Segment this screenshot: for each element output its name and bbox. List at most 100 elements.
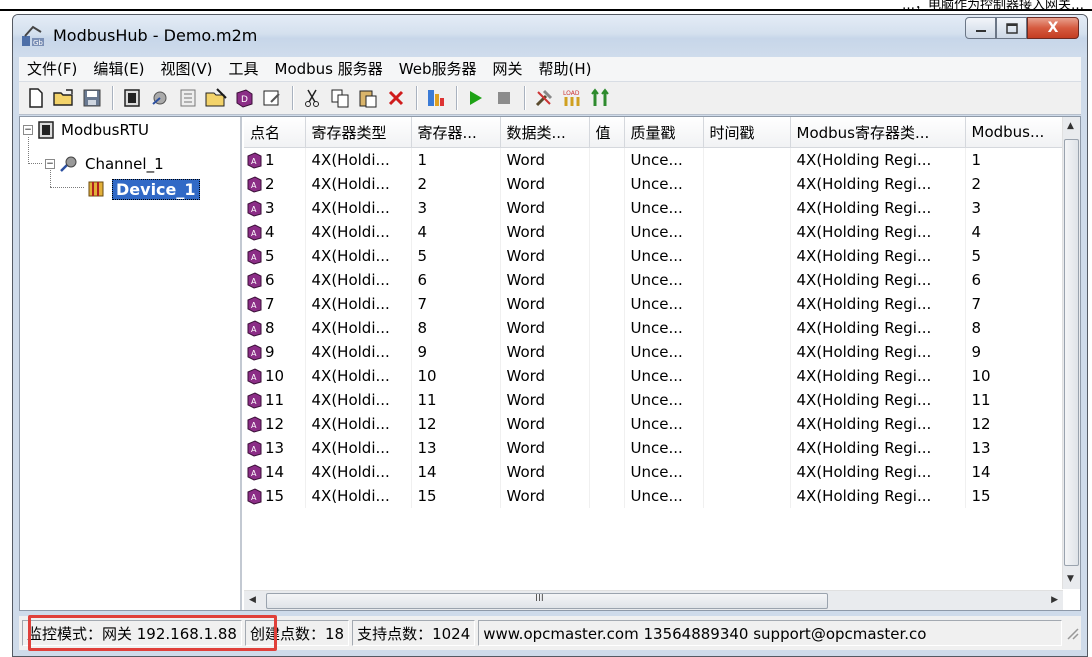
- add-device-button[interactable]: [147, 85, 173, 111]
- edit-button[interactable]: [203, 85, 229, 111]
- cell-modbus-address-text: 13: [971, 439, 991, 457]
- minimize-button[interactable]: [965, 17, 996, 39]
- scroll-left-icon[interactable]: ◀: [249, 595, 256, 605]
- cell-quality: Unce...: [624, 460, 704, 484]
- cell-timestamp: [703, 436, 791, 460]
- menu-file[interactable]: 文件(F): [19, 57, 85, 81]
- points-table[interactable]: 点名 寄存器类型 寄存器... 数据类... 值 质量戳 时间戳 Modbus寄…: [244, 117, 1080, 610]
- cell-modbus-address: 15: [965, 484, 1068, 508]
- cell-quality: Unce...: [624, 388, 704, 412]
- cell-modbus-address: 11: [965, 388, 1068, 412]
- point-icon: A: [247, 200, 262, 217]
- export-button[interactable]: [423, 85, 449, 111]
- table-row[interactable]: A 6 4X(Holdi... 6 Word Unce... 4X(Holding Regi…: [244, 268, 1068, 292]
- cell-modbus-register-type-text: 4X(Holding Regi...: [796, 247, 932, 265]
- scroll-right-icon[interactable]: ▶: [1051, 595, 1058, 605]
- menu-help[interactable]: 帮助(H): [531, 57, 600, 81]
- horizontal-scroll-thumb[interactable]: III: [266, 593, 828, 609]
- cell-quality: Unce...: [624, 172, 704, 196]
- tree-label-channel: Channel_1: [85, 155, 164, 173]
- cell-modbus-register-type-text: 4X(Holding Regi...: [796, 271, 932, 289]
- col-register-type[interactable]: 寄存器类型: [305, 117, 412, 148]
- table-row[interactable]: A 3 4X(Holdi... 3 Word Unce... 4X(Holding Regi…: [244, 196, 1068, 220]
- menu-modbus-server[interactable]: Modbus 服务器: [267, 57, 391, 81]
- menu-web-server[interactable]: Web服务器: [391, 57, 485, 81]
- collapse-toggle[interactable]: −: [23, 125, 33, 135]
- cell-register-type: 4X(Holdi...: [305, 244, 412, 268]
- vertical-scrollbar[interactable]: ▲ ▼: [1062, 117, 1080, 589]
- vertical-scroll-thumb[interactable]: [1064, 139, 1079, 566]
- collapse-toggle[interactable]: −: [45, 159, 55, 169]
- cell-modbus-address: 1: [965, 147, 1068, 172]
- svg-text:A: A: [251, 397, 257, 406]
- properties-button[interactable]: [259, 85, 285, 111]
- add-point-button[interactable]: [175, 85, 201, 111]
- add-channel-button[interactable]: [119, 85, 145, 111]
- run-button[interactable]: [463, 85, 489, 111]
- table-row[interactable]: A 4 4X(Holdi... 4 Word Unce... 4X(Holding Regi…: [244, 220, 1068, 244]
- table-row[interactable]: A 7 4X(Holdi... 7 Word Unce... 4X(Holding Regi…: [244, 292, 1068, 316]
- cell-modbus-register-type: 4X(Holding Regi...: [790, 147, 966, 172]
- table-row[interactable]: A 13 4X(Holdi... 13 Word Unce... 4X(Holding Re…: [244, 436, 1068, 460]
- table-row[interactable]: A 5 4X(Holdi... 5 Word Unce... 4X(Holding Regi…: [244, 244, 1068, 268]
- table-row[interactable]: A 8 4X(Holdi... 8 Word Unce... 4X(Holding Regi…: [244, 316, 1068, 340]
- table-row[interactable]: A 12 4X(Holdi... 12 Word Unce... 4X(Holding Re…: [244, 412, 1068, 436]
- cell-point-name: A9: [244, 340, 306, 364]
- cell-modbus-address: 8: [965, 316, 1068, 340]
- copy-button[interactable]: [327, 85, 353, 111]
- maximize-button[interactable]: [996, 17, 1027, 39]
- scroll-up-icon[interactable]: ▲: [1067, 121, 1074, 131]
- project-tree[interactable]: − ModbusRTU − Channel_1 Device_1: [20, 117, 242, 610]
- tree-node-channel[interactable]: − Channel_1: [45, 153, 164, 175]
- menu-view[interactable]: 视图(V): [153, 57, 221, 81]
- close-button[interactable]: X: [1027, 17, 1079, 39]
- cell-quality: Unce...: [624, 196, 704, 220]
- table-row[interactable]: A 15 4X(Holdi... 15 Word Unce... 4X(Holding Re…: [244, 484, 1068, 508]
- tree-node-device[interactable]: Device_1: [87, 178, 200, 200]
- upload-button[interactable]: [587, 85, 613, 111]
- cell-point-name-text: 14: [265, 463, 285, 481]
- col-quality[interactable]: 质量戳: [624, 117, 704, 148]
- new-file-button[interactable]: [23, 85, 49, 111]
- table-row[interactable]: A 2 4X(Holdi... 2 Word Unce... 4X(Holding Regi…: [244, 172, 1068, 196]
- horizontal-scrollbar[interactable]: ◀ III ▶: [244, 590, 1063, 610]
- col-modbus-register-type[interactable]: Modbus寄存器类...: [790, 117, 966, 148]
- paste-button[interactable]: [355, 85, 381, 111]
- cell-register-type: 4X(Holdi...: [305, 172, 412, 196]
- cell-register-type: 4X(Holdi...: [305, 316, 412, 340]
- edit-device-button[interactable]: D: [231, 85, 257, 111]
- cell-value: [589, 460, 625, 484]
- open-button[interactable]: [51, 85, 77, 111]
- col-value[interactable]: 值: [589, 117, 625, 148]
- col-point-name[interactable]: 点名: [244, 117, 306, 148]
- tree-node-modbusrtu[interactable]: − ModbusRTU: [23, 119, 149, 141]
- menu-edit[interactable]: 编辑(E): [85, 57, 152, 81]
- title-bar[interactable]: Gb ModbusHub - Demo.m2m X: [13, 15, 1087, 57]
- point-icon: A: [247, 416, 262, 433]
- menu-tools[interactable]: 工具: [221, 57, 267, 81]
- svg-text:Gb: Gb: [33, 39, 43, 47]
- save-icon: [83, 89, 101, 107]
- col-timestamp[interactable]: 时间戳: [703, 117, 791, 148]
- table-row[interactable]: A 10 4X(Holdi... 10 Word Unce... 4X(Holding Re…: [244, 364, 1068, 388]
- cut-button[interactable]: [299, 85, 325, 111]
- cell-register-address-text: 11: [417, 391, 437, 409]
- stop-button[interactable]: [491, 85, 517, 111]
- tools-button[interactable]: [531, 85, 557, 111]
- resize-grip-icon[interactable]: [1065, 626, 1079, 640]
- save-button[interactable]: [79, 85, 105, 111]
- status-mode-highlight: [28, 615, 277, 651]
- col-modbus-address[interactable]: Modbus...: [965, 117, 1068, 148]
- table-row[interactable]: A 9 4X(Holdi... 9 Word Unce... 4X(Holding Regi…: [244, 340, 1068, 364]
- load-config-button[interactable]: LOAD: [559, 85, 585, 111]
- col-data-type[interactable]: 数据类...: [500, 117, 590, 148]
- table-row[interactable]: A 14 4X(Holdi... 14 Word Unce... 4X(Holding Re…: [244, 460, 1068, 484]
- scroll-grip: III: [535, 593, 544, 604]
- scroll-down-icon[interactable]: ▼: [1067, 574, 1074, 584]
- cell-modbus-register-type: 4X(Holding Regi...: [790, 196, 966, 220]
- menu-gateway[interactable]: 网关: [484, 57, 530, 81]
- delete-button[interactable]: [383, 85, 409, 111]
- col-register-address[interactable]: 寄存器...: [411, 117, 501, 148]
- table-row[interactable]: A 1 4X(Holdi... 1 Word Unce... 4X(Holding Regi…: [244, 147, 1068, 172]
- table-row[interactable]: A 11 4X(Holdi... 11 Word Unce... 4X(Holding Re…: [244, 388, 1068, 412]
